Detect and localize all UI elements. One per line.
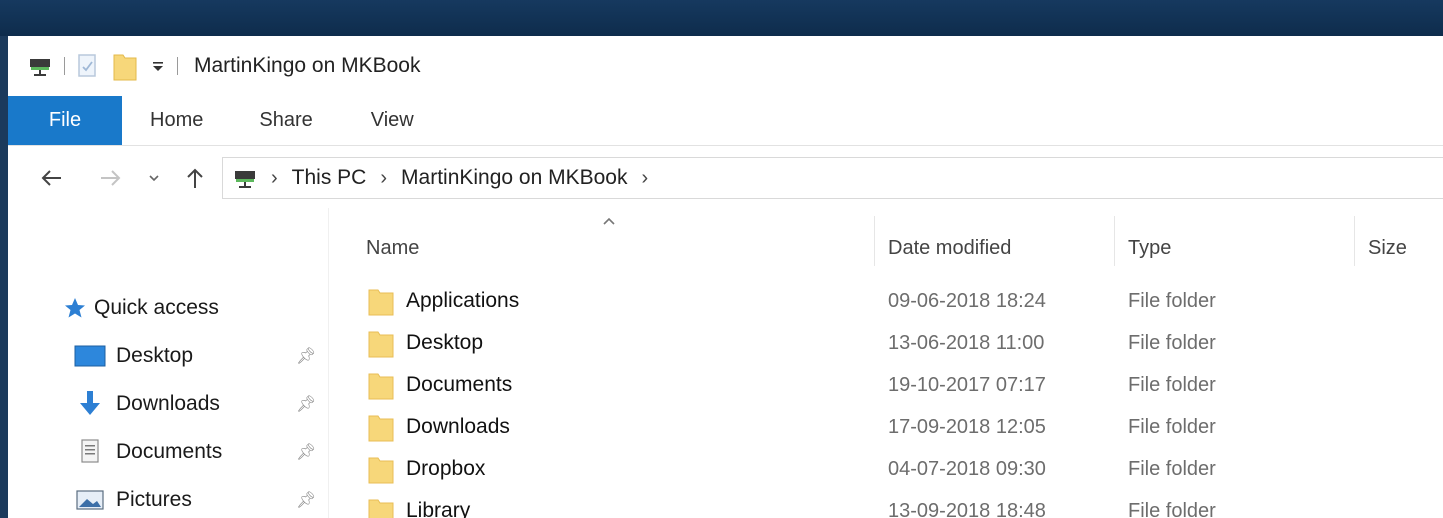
network-drive-icon <box>233 167 257 189</box>
address-bar[interactable]: › This PC › MartinKingo on MKBook › <box>222 157 1443 199</box>
file-date-modified: 04-07-2018 09:30 <box>888 457 1046 480</box>
title-bar-strip <box>0 0 1443 36</box>
nav-item-label: Desktop <box>116 344 194 367</box>
file-type: File folder <box>1128 373 1216 396</box>
column-header-size[interactable]: Size <box>1368 228 1407 268</box>
download-arrow-icon <box>74 389 116 419</box>
column-divider[interactable] <box>1114 216 1115 266</box>
file-type: File folder <box>1128 331 1216 354</box>
file-list: Name Date modified Type Size Application… <box>328 208 1443 518</box>
column-divider[interactable] <box>874 216 875 266</box>
file-row[interactable]: Desktop 13-06-2018 11:00 File folder <box>368 322 1443 364</box>
forward-arrow-icon[interactable] <box>92 158 128 198</box>
file-type: File folder <box>1128 457 1216 480</box>
folder-icon <box>368 328 394 358</box>
pin-icon[interactable]: 📌︎ <box>296 442 316 462</box>
navigation-pane: Quick access Desktop 📌︎ Downloads 📌︎ Doc… <box>8 208 328 518</box>
nav-item-pictures[interactable]: Pictures <box>74 480 192 518</box>
folder-icon <box>368 370 394 400</box>
column-header-type[interactable]: Type <box>1128 228 1171 268</box>
properties-icon[interactable] <box>77 51 99 81</box>
file-date-modified: 13-06-2018 11:00 <box>888 331 1045 354</box>
file-name: Downloads <box>406 415 510 438</box>
tab-home[interactable]: Home <box>122 96 233 145</box>
tab-share[interactable]: Share <box>233 96 342 145</box>
file-row[interactable]: Dropbox 04-07-2018 09:30 File folder <box>368 448 1443 490</box>
nav-item-downloads[interactable]: Downloads <box>74 384 220 424</box>
folder-icon <box>368 412 394 442</box>
column-divider[interactable] <box>1354 216 1355 266</box>
nav-item-desktop[interactable]: Desktop <box>74 336 193 376</box>
document-icon <box>74 438 116 466</box>
quick-access-toolbar: MartinKingo on MKBook <box>8 36 1443 96</box>
file-date-modified: 19-10-2017 07:17 <box>888 373 1046 396</box>
file-row[interactable]: Downloads 17-09-2018 12:05 File folder <box>368 406 1443 448</box>
file-name: Library <box>406 499 471 518</box>
file-date-modified: 17-09-2018 12:05 <box>888 415 1046 438</box>
recent-locations-chevron-icon[interactable] <box>144 158 164 198</box>
desktop-icon <box>74 344 116 368</box>
nav-item-label: Documents <box>116 440 223 463</box>
file-name: Applications <box>406 289 520 312</box>
breadcrumb-chevron-icon[interactable]: › <box>641 167 648 190</box>
up-arrow-icon[interactable] <box>180 158 210 198</box>
file-type: File folder <box>1128 289 1216 312</box>
toolbar-separator <box>64 57 65 75</box>
file-name: Desktop <box>406 331 484 354</box>
nav-quick-access[interactable]: Quick access <box>64 288 219 328</box>
file-name: Documents <box>406 373 513 396</box>
nav-item-documents[interactable]: Documents <box>74 432 222 472</box>
column-header-date-modified[interactable]: Date modified <box>888 228 1011 268</box>
file-name: Dropbox <box>406 457 486 480</box>
file-type: File folder <box>1128 499 1216 518</box>
folder-icon <box>368 454 394 484</box>
sort-ascending-icon <box>602 210 616 231</box>
nav-item-label: Pictures <box>116 488 192 511</box>
pictures-icon <box>74 488 116 512</box>
network-drive-icon[interactable] <box>28 51 52 81</box>
tab-file[interactable]: File <box>8 96 122 145</box>
tab-view[interactable]: View <box>343 96 442 145</box>
breadcrumb-chevron-icon[interactable]: › <box>380 167 387 190</box>
toolbar-separator <box>177 57 178 75</box>
new-folder-icon[interactable] <box>113 51 137 81</box>
file-type: File folder <box>1128 415 1216 438</box>
file-row[interactable]: Documents 19-10-2017 07:17 File folder <box>368 364 1443 406</box>
ribbon-tabs: File Home Share View <box>8 96 1443 146</box>
nav-item-label: Downloads <box>116 392 220 415</box>
file-date-modified: 09-06-2018 18:24 <box>888 289 1046 312</box>
breadcrumb-this-pc[interactable]: This PC <box>292 166 367 190</box>
back-arrow-icon[interactable] <box>34 158 70 198</box>
file-row[interactable]: Applications 09-06-2018 18:24 File folde… <box>368 280 1443 322</box>
pin-icon[interactable]: 📌︎ <box>296 346 316 366</box>
customize-toolbar-dropdown-icon[interactable] <box>151 51 165 81</box>
pin-icon[interactable]: 📌︎ <box>296 490 316 510</box>
folder-icon <box>368 286 394 316</box>
star-icon <box>64 297 94 319</box>
breadcrumb-chevron-icon[interactable]: › <box>271 167 278 190</box>
folder-icon <box>368 496 394 518</box>
nav-quick-access-label: Quick access <box>94 296 219 319</box>
file-row[interactable]: Library 13-09-2018 18:48 File folder <box>368 490 1443 518</box>
file-date-modified: 13-09-2018 18:48 <box>888 499 1046 518</box>
column-header-name[interactable]: Name <box>366 228 419 268</box>
navigation-bar: › This PC › MartinKingo on MKBook › <box>8 152 1443 204</box>
pin-icon[interactable]: 📌︎ <box>296 394 316 414</box>
breadcrumb-current-folder[interactable]: MartinKingo on MKBook <box>401 166 627 190</box>
file-explorer-window: MartinKingo on MKBook File Home Share Vi… <box>8 36 1443 518</box>
window-title: MartinKingo on MKBook <box>194 54 421 77</box>
